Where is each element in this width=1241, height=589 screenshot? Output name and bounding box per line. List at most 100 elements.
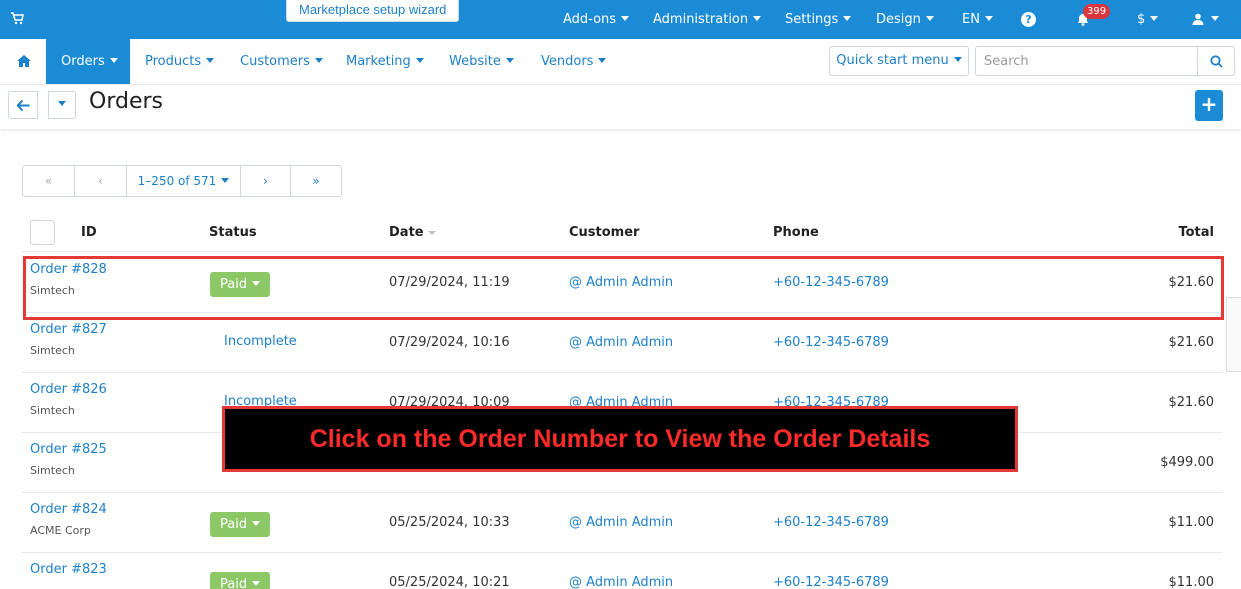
topnav-add-ons[interactable]: Add-ons	[563, 0, 630, 39]
order-total: $11.00	[1168, 575, 1215, 589]
highlight-box	[23, 256, 1224, 320]
page-range-dropdown[interactable]: 1–250 of 571	[127, 166, 241, 196]
home-icon[interactable]	[17, 55, 31, 67]
caret-down-icon	[58, 101, 66, 106]
order-date: 05/25/2024, 10:33	[389, 515, 510, 530]
caret-down-icon	[598, 58, 607, 63]
sort-desc-icon	[427, 230, 436, 235]
company-name: Simtech	[30, 404, 75, 417]
page-title: Orders	[89, 89, 163, 114]
search-icon	[1210, 55, 1223, 68]
table-row: Order #824 ACME Corp Paid 05/25/2024, 10…	[22, 493, 1222, 553]
column-id: ID	[81, 225, 97, 240]
order-total: $499.00	[1160, 455, 1214, 470]
status-dropdown[interactable]: Paid	[210, 572, 271, 589]
table-row: Order #827 Simtech Incomplete 07/29/2024…	[22, 313, 1222, 373]
search-input[interactable]	[975, 46, 1197, 76]
status-dropdown[interactable]: Paid	[210, 512, 271, 537]
order-number-link[interactable]: Order #826	[30, 382, 107, 397]
first-page-button[interactable]: «	[23, 166, 75, 196]
table-row: Order #823 Paid 05/25/2024, 10:21 @ Admi…	[22, 553, 1222, 589]
company-name: Simtech	[30, 344, 75, 357]
caret-down-icon	[314, 58, 323, 63]
back-dropdown-button[interactable]	[48, 91, 76, 119]
nav-label: Orders	[61, 54, 105, 69]
status-dropdown[interactable]: Incomplete	[224, 334, 297, 349]
column-total: Total	[1178, 225, 1214, 240]
order-number-link[interactable]: Order #824	[30, 502, 107, 517]
nav-item-products[interactable]: Products	[145, 39, 215, 84]
add-order-button[interactable]: +	[1195, 90, 1223, 121]
caret-down-icon	[109, 58, 118, 63]
nav-label: Products	[145, 54, 202, 69]
cart-icon[interactable]	[10, 11, 24, 25]
topnav-label: EN	[962, 12, 980, 27]
order-total: $21.60	[1168, 335, 1215, 350]
company-name: ACME Corp	[30, 524, 91, 537]
topnav-label: Design	[876, 12, 921, 27]
caret-down-icon	[953, 57, 962, 62]
caret-down-icon	[206, 58, 215, 63]
phone-link[interactable]: +60-12-345-6789	[773, 335, 889, 350]
caret-down-icon	[753, 16, 762, 21]
nav-item-vendors[interactable]: Vendors	[541, 39, 607, 84]
caret-down-icon	[621, 16, 630, 21]
main-nav: Orders Products Customers Marketing Webs…	[0, 39, 1241, 85]
help-icon[interactable]: ?	[1021, 12, 1036, 27]
table-header: ID Status Date Customer Phone Total	[22, 214, 1222, 252]
currency-selector[interactable]: $	[1137, 0, 1159, 39]
topnav-design[interactable]: Design	[876, 0, 934, 39]
column-status: Status	[209, 225, 257, 240]
user-icon[interactable]	[1192, 13, 1204, 25]
customer-link[interactable]: @ Admin Admin	[569, 515, 673, 530]
topnav-settings[interactable]: Settings	[785, 0, 852, 39]
currency-label: $	[1137, 12, 1146, 27]
caret-down-icon	[1150, 16, 1159, 21]
select-all-checkbox[interactable]	[30, 220, 55, 245]
column-customer: Customer	[569, 225, 640, 240]
column-phone: Phone	[773, 225, 819, 240]
topnav-label: Administration	[653, 12, 749, 27]
topnav-administration[interactable]: Administration	[653, 0, 762, 39]
caret-down-icon	[221, 178, 230, 183]
order-date: 07/29/2024, 10:16	[389, 335, 510, 350]
last-page-button[interactable]: »	[291, 166, 341, 196]
nav-item-customers[interactable]: Customers	[240, 39, 323, 84]
caret-down-icon	[925, 16, 934, 21]
order-date: 05/25/2024, 10:21	[389, 575, 510, 589]
status-label: Paid	[220, 517, 248, 532]
order-total: $11.00	[1168, 515, 1215, 530]
nav-item-orders[interactable]: Orders	[61, 39, 118, 84]
user-menu-caret[interactable]	[1206, 0, 1219, 39]
caret-down-icon	[843, 16, 852, 21]
caret-down-icon	[505, 58, 514, 63]
next-page-button[interactable]: ›	[241, 166, 291, 196]
customer-link[interactable]: @ Admin Admin	[569, 575, 673, 589]
prev-page-button[interactable]: ‹	[75, 166, 127, 196]
customer-link[interactable]: @ Admin Admin	[569, 335, 673, 350]
phone-link[interactable]: +60-12-345-6789	[773, 515, 889, 530]
order-number-link[interactable]: Order #823	[30, 562, 107, 577]
caret-down-icon	[1211, 16, 1219, 21]
arrow-left-icon	[17, 100, 30, 111]
nav-label: Customers	[240, 54, 310, 69]
search-button[interactable]	[1197, 46, 1235, 76]
order-total: $21.60	[1168, 395, 1215, 410]
marketplace-setup-wizard-button[interactable]: Marketplace setup wizard	[286, 0, 460, 22]
quick-start-label: Quick start menu	[836, 53, 949, 68]
topnav-language[interactable]: EN	[962, 0, 993, 39]
nav-item-website[interactable]: Website	[449, 39, 514, 84]
caret-down-icon	[415, 58, 424, 63]
order-number-link[interactable]: Order #825	[30, 442, 107, 457]
side-panel-tab[interactable]	[1226, 297, 1241, 372]
nav-label: Vendors	[541, 54, 594, 69]
instruction-callout: Click on the Order Number to View the Or…	[222, 406, 1018, 472]
order-number-link[interactable]: Order #827	[30, 322, 107, 337]
back-button[interactable]	[8, 91, 38, 119]
nav-item-marketing[interactable]: Marketing	[346, 39, 424, 84]
column-date[interactable]: Date	[389, 225, 436, 240]
quick-start-menu-button[interactable]: Quick start menu	[829, 46, 969, 76]
column-date-label: Date	[389, 225, 424, 240]
caret-down-icon	[252, 521, 261, 526]
phone-link[interactable]: +60-12-345-6789	[773, 575, 889, 589]
